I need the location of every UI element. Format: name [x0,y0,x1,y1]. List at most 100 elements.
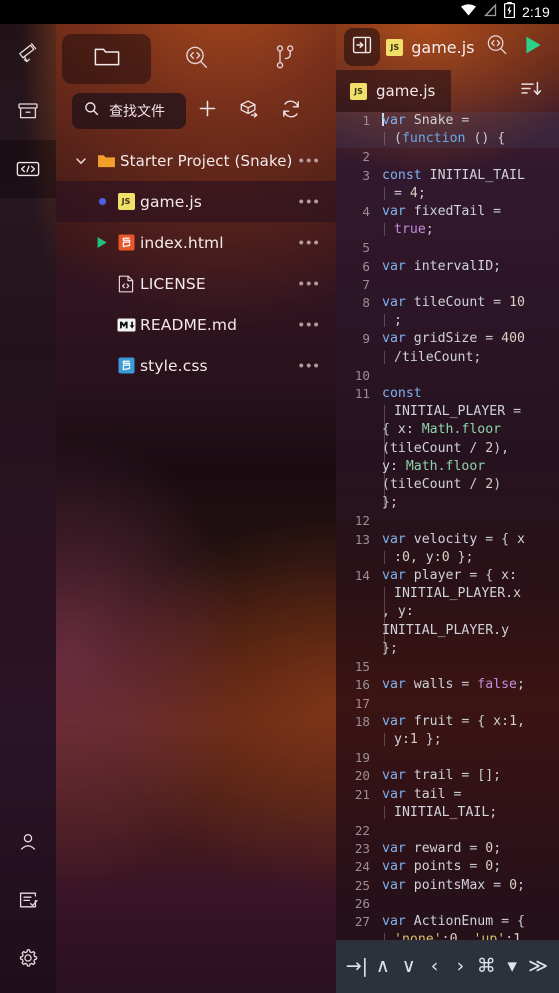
file-row-license[interactable]: LICENSE ••• [56,263,336,304]
panel-toggle-button[interactable] [344,28,381,66]
line-source: var velocity = { x:0, y:0 }; [382,531,525,565]
line-source [382,276,559,294]
new-file-button[interactable] [186,91,228,131]
line-number: 13 [354,531,370,547]
arrow-right-key-button[interactable]: › [448,952,474,982]
code-line: 7 [336,276,559,294]
rail-item-editor[interactable] [0,140,56,198]
editor-filename-label: game.js [411,37,475,57]
line-number: 19 [354,750,370,766]
project-root-row[interactable]: Starter Project (Snake) ••• [56,140,336,181]
arrow-down-key-button[interactable]: ∨ [396,952,422,982]
code-search-icon [484,32,509,62]
line-source [382,695,559,713]
folder-open-icon [92,153,120,169]
tab-game-js[interactable]: JS game.js [336,70,452,112]
file-menu-button[interactable]: ••• [299,275,321,292]
line-source: var tileCount = 10; [382,295,525,329]
rail-item-projects[interactable] [0,82,56,140]
line-number: 3 [362,167,370,183]
code-line: 9 var gridSize = 400/tileCount; [336,330,559,366]
tab-key-button[interactable]: →| [344,952,370,982]
arrow-left-key-button[interactable]: ‹ [422,952,448,982]
line-number: 8 [362,295,370,311]
dropdown-key-button[interactable]: ▾ [499,952,525,982]
chevron-down-icon[interactable] [70,154,92,168]
line-number: 5 [362,240,370,256]
line-source [382,749,559,767]
editor-current-file[interactable]: JS game.js [386,37,475,57]
file-name-label: style.css [140,356,208,375]
search-icon [84,101,99,121]
line-source: var reward = 0; [382,841,502,857]
project-menu-button[interactable]: ••• [299,152,321,169]
code-icon [15,158,41,180]
line-source: var intervalID; [382,258,502,274]
code-line: 8 var tileCount = 10; [336,294,559,330]
telescope-icon [16,41,40,65]
line-number: 10 [354,367,370,383]
rail-item-explore[interactable] [0,24,56,82]
code-line: 18 var fruit = { x:1, y:1 }; [336,713,559,749]
code-line: 14 var player = { x: INITIAL_PLAYER.x, y:… [336,567,559,658]
search-input-text: 查找文件 [109,104,165,120]
line-number: 12 [354,513,370,529]
app-body: 查找文件 Starter Project (Snake) ••• JS game… [0,24,559,993]
line-number: 17 [354,695,370,711]
panel-toggle-icon [351,34,373,61]
more-keys-button[interactable]: ≫ [525,952,551,982]
code-line: 20 var trail = []; [336,767,559,785]
file-name-label: game.js [140,192,202,211]
line-number: 27 [354,913,370,929]
editor-header: JS game.js [336,24,559,70]
arrow-up-key-button[interactable]: ∧ [370,952,396,982]
code-line: 5 [336,239,559,257]
refresh-button[interactable] [270,91,312,131]
status-bar-clock: 2:19 [521,4,550,20]
editor-search-button[interactable] [479,28,515,66]
chevron-down-icon: ∨ [401,955,416,977]
code-content[interactable]: 1 var Snake = (function () { 2 3 const IN… [336,112,559,940]
sort-button[interactable] [519,78,543,105]
file-menu-button[interactable]: ••• [299,357,321,374]
battery-charging-icon [503,1,515,23]
rail-item-account[interactable] [0,813,56,871]
js-file-icon: JS [112,193,140,210]
file-row-index-html[interactable]: index.html ••• [56,222,336,263]
settings-gear-icon [16,946,40,970]
line-source: var player = { x: INITIAL_PLAYER.x, y: INI… [382,568,522,656]
code-line: 4 var fixedTail = true; [336,203,559,239]
line-number: 23 [354,841,370,857]
rail-item-settings[interactable] [0,929,56,987]
line-source: const INITIAL_PLAYER ={ x: Math.floor (til… [382,386,522,511]
app-screen: 2:19 查找文件 Starter Project (Snake) ••• JS… [0,0,559,993]
refresh-icon [280,98,302,125]
archive-icon [16,99,40,123]
git-tab[interactable] [241,34,330,84]
line-number: 7 [362,276,370,292]
js-file-icon: JS [386,38,404,56]
rail-item-tasks[interactable] [0,871,56,929]
run-play-icon[interactable] [92,236,112,249]
file-tree: Starter Project (Snake) ••• JS game.js •… [56,140,336,386]
command-key-button[interactable]: ⌘ [473,952,499,982]
file-row-readme-md[interactable]: README.md ••• [56,304,336,345]
file-menu-button[interactable]: ••• [299,316,321,333]
import-package-button[interactable] [228,91,270,131]
line-number: 11 [354,386,370,402]
file-panel-tabs [56,30,336,88]
line-source [382,658,559,676]
line-source [382,148,559,166]
file-row-style-css[interactable]: style.css ••• [56,345,336,386]
search-input[interactable]: 查找文件 [72,93,186,129]
plus-icon [197,98,218,124]
run-button[interactable] [515,28,551,66]
file-row-game-js[interactable]: JS game.js ••• [56,181,336,222]
files-tab[interactable] [62,34,152,84]
file-menu-button[interactable]: ••• [299,234,321,251]
search-code-tab[interactable] [151,34,240,84]
line-source [382,512,559,530]
chevron-up-icon: ∧ [375,955,390,977]
code-line: 27 var ActionEnum = {'none':0, 'up':1 [336,913,559,940]
file-menu-button[interactable]: ••• [299,193,321,210]
